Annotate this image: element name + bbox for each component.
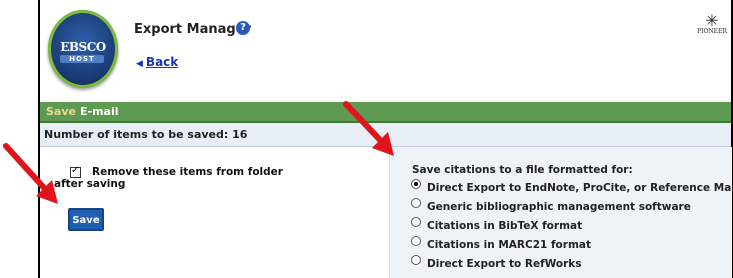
- back-link[interactable]: ◀ Back: [136, 55, 178, 69]
- export-options-heading: Save citations to a file formatted for:: [412, 164, 633, 176]
- radio-button[interactable]: [411, 198, 421, 208]
- radio-button[interactable]: [411, 217, 421, 227]
- item-count-label: Number of items to be saved: 16: [44, 128, 248, 141]
- option-label: Direct Export to EndNote, ProCite, or Re…: [427, 182, 733, 194]
- tab-save[interactable]: Save: [46, 105, 76, 118]
- back-link-label: Back: [145, 55, 179, 69]
- save-button[interactable]: Save: [68, 208, 104, 231]
- page-title: Export Manager: [134, 22, 251, 37]
- partner-logo-text: PIONEER: [697, 28, 727, 35]
- export-options-panel: Save citations to a file formatted for: …: [389, 147, 733, 278]
- tab-bar: Save E-mail: [40, 102, 731, 123]
- option-label: Citations in MARC21 format: [427, 239, 591, 251]
- logo-subtext: HOST: [60, 55, 104, 63]
- back-arrow-icon: ◀: [136, 59, 143, 69]
- remove-items-label: Remove these items from folder after sav…: [54, 166, 283, 190]
- radio-button[interactable]: [411, 179, 421, 189]
- star-burst-icon: ✳: [705, 11, 719, 30]
- question-circle-icon[interactable]: ?: [236, 21, 250, 35]
- item-count-bar: Number of items to be saved: 16: [40, 123, 731, 147]
- tab-email[interactable]: E-mail: [80, 105, 119, 118]
- option-label: Citations in BibTeX format: [427, 220, 583, 232]
- option-label: Direct Export to RefWorks: [427, 258, 582, 270]
- ebsco-host-logo: EBSCO HOST: [48, 10, 118, 88]
- radio-button[interactable]: [411, 236, 421, 246]
- radio-button[interactable]: [411, 255, 421, 265]
- option-label: Generic bibliographic management softwar…: [427, 201, 691, 213]
- logo-text: EBSCO: [60, 40, 106, 54]
- pioneer-logo: ✳ PIONEER: [695, 11, 729, 36]
- export-manager-frame: EBSCO HOST Export Manager ? ◀ Back ✳ PION…: [38, 0, 733, 278]
